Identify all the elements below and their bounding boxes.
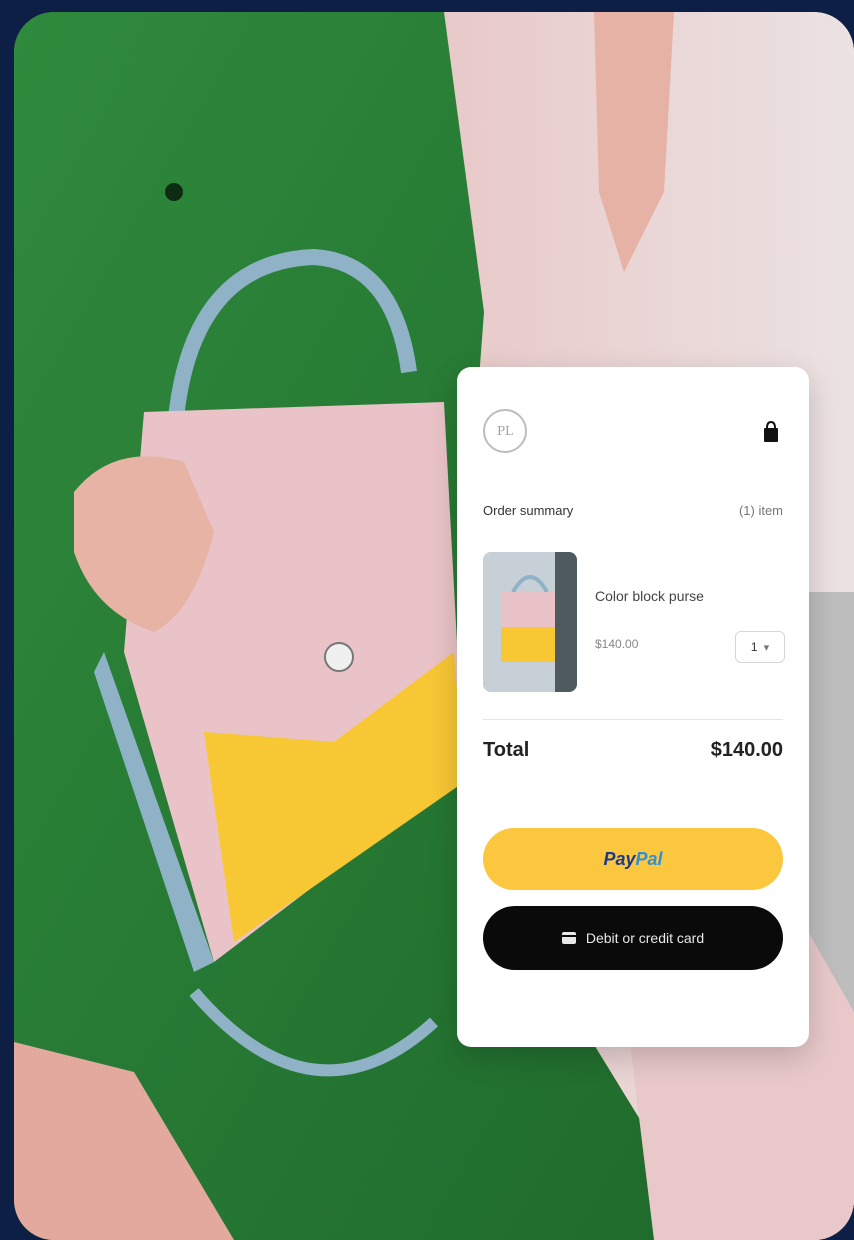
checkout-card: PL Order summary (1) item Color block pu… [457,367,809,1047]
product-thumbnail [483,552,577,692]
paypal-button[interactable]: Pay Pal [483,828,783,890]
item-count: (1) item [738,503,783,518]
brand-logo: PL [483,409,527,453]
divider [483,719,783,720]
shopping-bag-icon[interactable] [763,421,779,443]
total-value: $140.00 [710,739,783,761]
total-label: Total [483,739,530,761]
paypal-logo-pay: Pay [603,848,636,869]
product-price: $140.00 [595,637,639,651]
paypal-logo-pal: Pal [635,848,663,869]
purse-image [483,552,577,692]
card-button-label: Debit or credit card [585,930,705,946]
product-name: Color block purse [595,588,704,604]
hero-photo-frame: PL Order summary (1) item Color block pu… [14,12,854,1240]
order-summary-header: Order summary (1) item [483,503,783,518]
debit-credit-card-button[interactable]: Debit or credit card [483,906,783,970]
order-summary-title: Order summary [483,503,574,518]
chevron-down-icon: ▾ [763,641,770,654]
credit-card-icon [561,932,576,944]
quantity-selector[interactable]: 1 ▾ [735,631,785,663]
quantity-value: 1 [750,640,758,654]
